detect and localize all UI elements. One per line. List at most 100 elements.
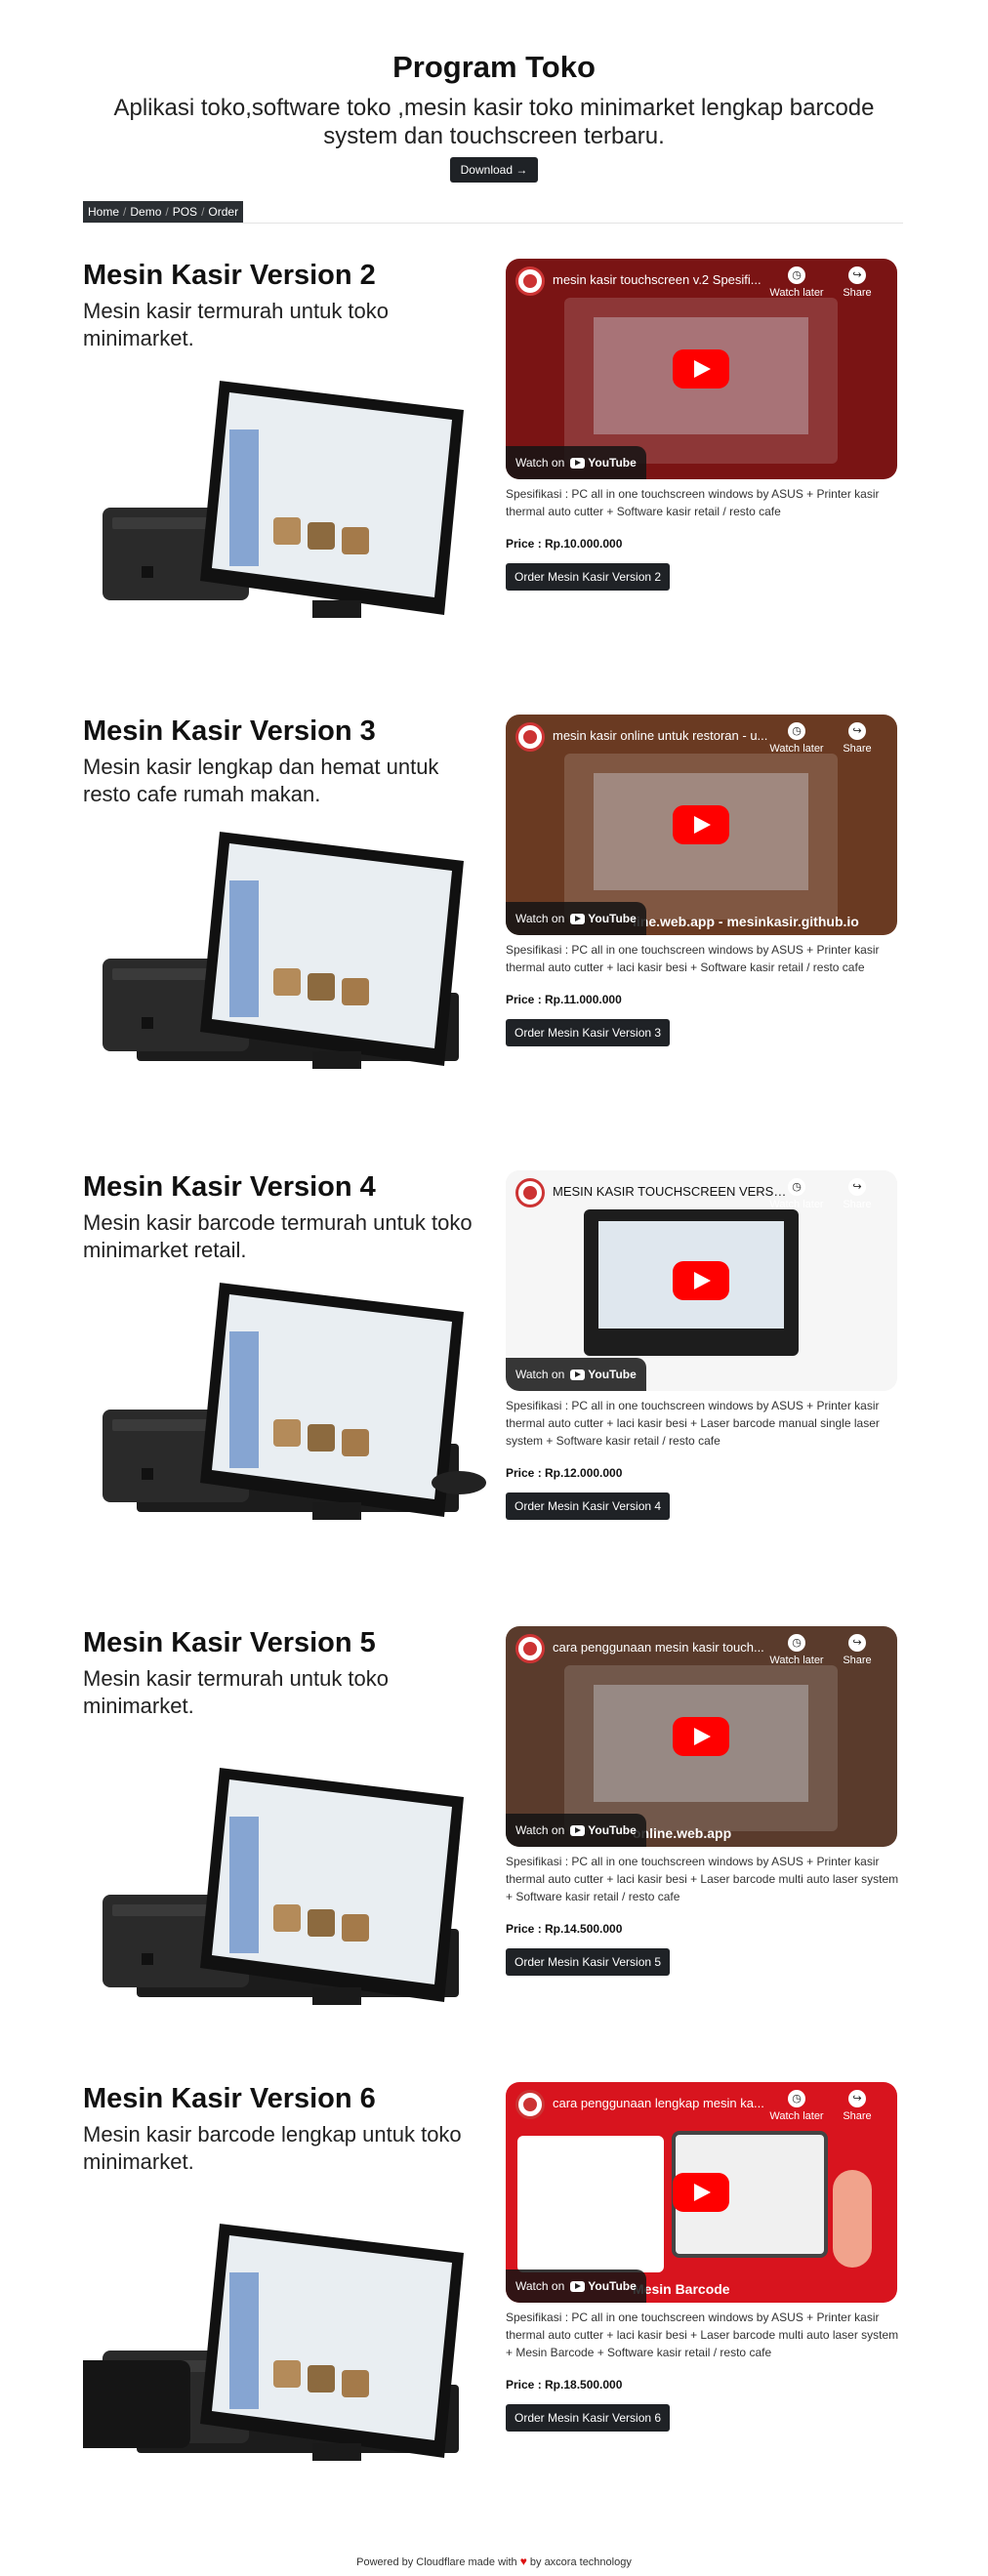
product-spec: Spesifikasi : PC all in one touchscreen … <box>506 1855 899 1903</box>
order-button[interactable]: Order Mesin Kasir Version 4 <box>506 1492 671 1520</box>
breadcrumb-order[interactable]: Order <box>208 205 238 219</box>
youtube-label: YouTube <box>588 2279 637 2293</box>
share-button[interactable]: ↪ Share <box>828 2090 886 2122</box>
video-caption: online.web.app <box>633 1825 732 1841</box>
watch-later-label: Watch later <box>769 743 824 755</box>
video-caption: line.web.app - mesinkasir.github.io <box>633 914 859 929</box>
share-label: Share <box>843 2110 872 2122</box>
product-image <box>103 381 464 618</box>
product-image <box>103 1768 464 2005</box>
video-title[interactable]: cara penggunaan lengkap mesin ka... <box>553 2096 787 2110</box>
order-button[interactable]: Order Mesin Kasir Version 5 <box>506 1948 671 1976</box>
play-icon[interactable] <box>673 1261 729 1300</box>
share-icon: ↪ <box>848 266 866 284</box>
channel-avatar[interactable] <box>515 1178 545 1207</box>
channel-avatar[interactable] <box>515 722 545 752</box>
product-title: Mesin Kasir Version 3 <box>83 716 376 747</box>
video-caption: Mesin Barcode <box>633 2281 730 2297</box>
channel-avatar[interactable] <box>515 266 545 296</box>
product-price: Price : Rp.11.000.000 <box>506 993 622 1006</box>
product-section: Mesin Kasir Version 2 Mesin kasir termura… <box>83 259 903 708</box>
watch-later-button[interactable]: ◷ Watch later <box>767 1634 826 1666</box>
youtube-video-embed[interactable]: MESIN KASIR TOUCHSCREEN VERSION THREE◷ Wa… <box>506 1170 897 1391</box>
product-price: Price : Rp.14.500.000 <box>506 1922 623 1936</box>
play-icon[interactable] <box>673 1717 729 1756</box>
channel-avatar[interactable] <box>515 1634 545 1663</box>
video-title[interactable]: mesin kasir online untuk restoran - u... <box>553 728 787 743</box>
watch-on-label: Watch on <box>515 456 565 470</box>
clock-icon: ◷ <box>788 2090 805 2107</box>
product-spec: Spesifikasi : PC all in one touchscreen … <box>506 487 880 518</box>
youtube-label: YouTube <box>588 1368 637 1381</box>
page-subtitle: Aplikasi toko,software toko ,mesin kasir… <box>113 95 875 149</box>
download-button[interactable]: Download → <box>449 157 539 183</box>
product-title: Mesin Kasir Version 4 <box>83 1171 376 1203</box>
youtube-label: YouTube <box>588 912 637 925</box>
youtube-video-embed[interactable]: mesin kasir online untuk restoran - u...… <box>506 715 897 935</box>
page-title: Program Toko <box>392 50 596 84</box>
footer-text-after: by axcora technology <box>529 2556 632 2568</box>
product-photo <box>83 822 493 1076</box>
breadcrumb-separator: / <box>123 205 127 219</box>
product-photo <box>83 1758 493 2012</box>
breadcrumb-pos[interactable]: POS <box>173 205 197 219</box>
breadcrumb-demo[interactable]: Demo <box>130 205 161 219</box>
product-description: Mesin kasir barcode termurah untuk toko … <box>83 1210 473 1262</box>
watch-later-button[interactable]: ◷ Watch later <box>767 722 826 755</box>
product-section: Mesin Kasir Version 5 Mesin kasir termura… <box>83 1626 903 2075</box>
share-button[interactable]: ↪ Share <box>828 1634 886 1666</box>
order-button[interactable]: Order Mesin Kasir Version 3 <box>506 1019 671 1046</box>
clock-icon: ◷ <box>788 266 805 284</box>
watch-later-button[interactable]: ◷ Watch later <box>767 2090 826 2122</box>
product-spec: Spesifikasi : PC all in one touchscreen … <box>506 943 880 974</box>
play-icon[interactable] <box>673 805 729 844</box>
breadcrumb-separator: / <box>201 205 205 219</box>
watch-later-button[interactable]: ◷ Watch later <box>767 266 826 299</box>
watch-later-label: Watch later <box>769 1199 824 1210</box>
share-button[interactable]: ↪ Share <box>828 266 886 299</box>
watch-on-youtube-button[interactable]: Watch on YouTube <box>506 2269 646 2303</box>
play-icon[interactable] <box>673 2173 729 2212</box>
watch-on-youtube-button[interactable]: Watch on YouTube <box>506 902 646 935</box>
heart-icon: ♥ <box>519 2555 527 2568</box>
page-header: Program Toko Aplikasi toko,software toko… <box>0 49 988 183</box>
product-description: Mesin kasir termurah untuk toko minimark… <box>83 299 390 350</box>
product-title: Mesin Kasir Version 2 <box>83 260 376 291</box>
order-button[interactable]: Order Mesin Kasir Version 2 <box>506 563 671 591</box>
product-image <box>103 832 464 1069</box>
channel-avatar[interactable] <box>515 2090 545 2119</box>
breadcrumb-home[interactable]: Home <box>88 205 119 219</box>
watch-on-youtube-button[interactable]: Watch on YouTube <box>506 446 646 479</box>
play-icon[interactable] <box>673 349 729 388</box>
order-button[interactable]: Order Mesin Kasir Version 6 <box>506 2404 671 2432</box>
share-button[interactable]: ↪ Share <box>828 1178 886 1210</box>
product-section: Mesin Kasir Version 6 Mesin kasir barcode… <box>73 2082 903 2531</box>
share-label: Share <box>843 743 872 755</box>
share-button[interactable]: ↪ Share <box>828 722 886 755</box>
share-icon: ↪ <box>848 1634 866 1652</box>
share-icon: ↪ <box>848 722 866 740</box>
video-title[interactable]: mesin kasir touchscreen v.2 Spesifi... <box>553 272 787 287</box>
youtube-video-embed[interactable]: mesin kasir touchscreen v.2 Spesifi... ◷ W… <box>506 259 897 479</box>
watch-on-label: Watch on <box>515 1823 565 1837</box>
product-price: Price : Rp.18.500.000 <box>506 2378 623 2392</box>
video-title[interactable]: MESIN KASIR TOUCHSCREEN VERSION THREE <box>553 1184 787 1199</box>
video-title[interactable]: cara penggunaan mesin kasir touch... <box>553 1640 787 1655</box>
watch-later-label: Watch later <box>769 1655 824 1666</box>
youtube-label: YouTube <box>588 1823 637 1837</box>
youtube-video-embed[interactable]: cara penggunaan lengkap mesin ka... ◷ Watc… <box>506 2082 897 2303</box>
product-spec: Spesifikasi : PC all in one touchscreen … <box>506 2310 899 2359</box>
breadcrumb: Home / Demo / POS / Order <box>83 201 244 223</box>
product-photo <box>83 371 493 625</box>
watch-on-youtube-button[interactable]: Watch on YouTube <box>506 1358 646 1391</box>
youtube-logo-icon: YouTube <box>570 2279 637 2293</box>
watch-on-youtube-button[interactable]: Watch on YouTube <box>506 1814 646 1847</box>
product-spec: Spesifikasi : PC all in one touchscreen … <box>506 1399 880 1448</box>
watch-later-button[interactable]: ◷ Watch later <box>767 1178 826 1210</box>
share-label: Share <box>843 287 872 299</box>
watch-later-label: Watch later <box>769 2110 824 2122</box>
product-price: Price : Rp.10.000.000 <box>506 537 623 551</box>
youtube-video-embed[interactable]: cara penggunaan mesin kasir touch... ◷ Wat… <box>506 1626 897 1847</box>
youtube-logo-icon: YouTube <box>570 1368 637 1381</box>
clock-icon: ◷ <box>788 1178 805 1196</box>
